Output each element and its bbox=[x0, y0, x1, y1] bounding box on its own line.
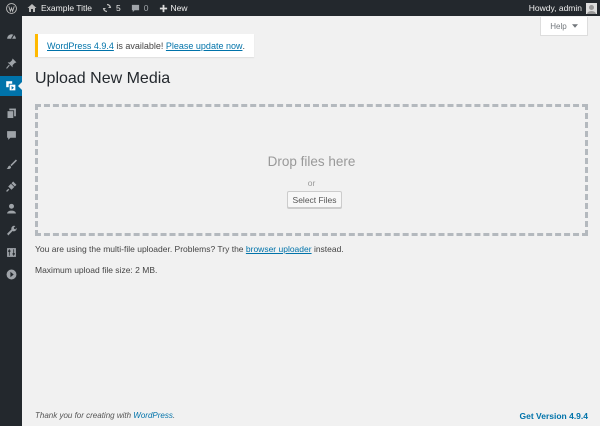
menu-comments[interactable] bbox=[0, 125, 22, 145]
plugins-icon bbox=[5, 181, 16, 192]
max-upload-size: Maximum upload file size: 2 MB. bbox=[35, 265, 158, 275]
greeting: Howdy, admin bbox=[528, 3, 582, 13]
site-name-menu[interactable]: Example Title bbox=[22, 0, 97, 16]
get-version-link[interactable]: Get Version 4.9.4 bbox=[519, 411, 588, 421]
collapse-menu-icon bbox=[6, 269, 16, 279]
footer-thankyou: Thank you for creating with WordPress. bbox=[35, 411, 175, 420]
media-icon bbox=[6, 81, 17, 92]
dashboard-icon bbox=[6, 33, 16, 39]
notice-text: is available! bbox=[113, 40, 166, 51]
admin-bar: Example Title 5 0 New Howdy, admin bbox=[0, 0, 600, 16]
wordpress-logo-icon bbox=[5, 2, 17, 14]
menu-appearance[interactable] bbox=[0, 154, 22, 174]
menu-posts[interactable] bbox=[0, 53, 22, 73]
admin-side-menu bbox=[0, 16, 22, 426]
footer-thanks-text: Thank you for creating with bbox=[35, 411, 134, 420]
menu-tools[interactable] bbox=[0, 220, 22, 240]
pages-icon bbox=[6, 108, 16, 119]
menu-users[interactable] bbox=[0, 198, 22, 218]
browser-uploader-link[interactable]: browser uploader bbox=[246, 244, 312, 254]
please-update-link[interactable]: Please update now bbox=[166, 41, 243, 51]
appearance-brush-icon bbox=[6, 159, 17, 169]
updates-menu[interactable]: 5 bbox=[97, 0, 126, 16]
drop-or-text: or bbox=[307, 178, 316, 188]
help-tab-button[interactable]: Help bbox=[540, 17, 588, 36]
updates-icon bbox=[102, 3, 112, 13]
select-files-button[interactable]: Select Files bbox=[287, 191, 342, 208]
menu-collapse[interactable] bbox=[0, 264, 22, 284]
comments-icon bbox=[6, 130, 16, 140]
wordpress-version-link[interactable]: WordPress 4.9.4 bbox=[47, 41, 114, 51]
settings-icon bbox=[6, 247, 16, 257]
comments-menu[interactable]: 0 bbox=[126, 0, 154, 16]
wordpress-logo-menu[interactable] bbox=[0, 0, 22, 16]
chevron-down-icon bbox=[571, 24, 578, 28]
drag-drop-area[interactable]: Drop files here or Select Files bbox=[35, 104, 588, 236]
posts-pin-icon bbox=[5, 58, 16, 69]
comments-count: 0 bbox=[143, 3, 149, 13]
comment-bubble-icon bbox=[131, 4, 139, 12]
plus-icon bbox=[159, 4, 167, 12]
updates-count: 5 bbox=[116, 3, 121, 13]
menu-media[interactable] bbox=[0, 76, 22, 96]
uploader-info-suffix: instead. bbox=[311, 244, 344, 254]
notice-period: . bbox=[242, 40, 245, 51]
new-content-menu[interactable]: New bbox=[154, 0, 193, 16]
users-icon bbox=[6, 203, 16, 213]
update-nag-notice: WordPress 4.9.4 is available! Please upd… bbox=[35, 34, 254, 57]
menu-dashboard[interactable] bbox=[0, 26, 22, 46]
drop-files-title: Drop files here bbox=[267, 154, 356, 169]
menu-pages[interactable] bbox=[0, 103, 22, 123]
my-account-menu[interactable]: Howdy, admin bbox=[524, 0, 600, 16]
menu-settings[interactable] bbox=[0, 242, 22, 262]
avatar bbox=[586, 2, 597, 14]
menu-plugins[interactable] bbox=[0, 176, 22, 196]
uploader-info: You are using the multi-file uploader. P… bbox=[35, 244, 344, 254]
uploader-info-text: You are using the multi-file uploader. P… bbox=[35, 244, 246, 254]
wordpress-footer-link[interactable]: WordPress bbox=[133, 411, 173, 420]
help-label: Help bbox=[550, 21, 567, 31]
footer-period: . bbox=[172, 411, 176, 420]
tools-wrench-icon bbox=[6, 225, 17, 235]
new-label: New bbox=[170, 3, 188, 13]
site-title: Example Title bbox=[41, 3, 93, 13]
page-title: Upload New Media bbox=[35, 70, 171, 87]
home-icon bbox=[27, 4, 37, 12]
